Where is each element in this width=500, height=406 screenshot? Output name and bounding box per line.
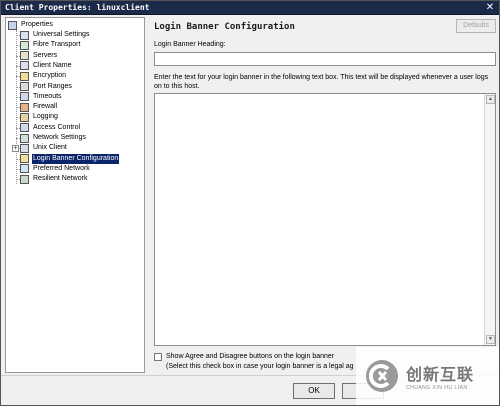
- preferred-network-icon: [20, 164, 29, 174]
- logging-icon: [20, 112, 29, 122]
- tree-item-label: Logging: [33, 113, 58, 121]
- agree-buttons-option[interactable]: Show Agree and Disagree buttons on the l…: [154, 352, 354, 372]
- banner-instructions: Enter the text for your login banner in …: [154, 74, 489, 90]
- scroll-up-icon[interactable]: ▲: [486, 95, 495, 104]
- tree-item-label: Access Control: [33, 123, 81, 131]
- window-title: Client Properties: linuxclient: [5, 3, 150, 12]
- tree-item-label: Client Name: [33, 61, 72, 69]
- scroll-down-icon[interactable]: ▼: [486, 335, 495, 344]
- banner-text-area[interactable]: ▲ ▼: [154, 93, 496, 346]
- checkbox-label: Show Agree and Disagree buttons on the l…: [166, 353, 335, 360]
- tree-item-firewall[interactable]: Firewall: [16, 102, 58, 112]
- tree-item-fibre-transport[interactable]: Fibre Transport: [16, 40, 81, 50]
- title-bar[interactable]: Client Properties: linuxclient ✕: [1, 1, 499, 15]
- vertical-scrollbar[interactable]: ▲ ▼: [484, 94, 495, 345]
- tree-root-properties[interactable]: Properties: [8, 20, 54, 30]
- defaults-button[interactable]: Defaults: [456, 19, 496, 33]
- tree-item-universal-settings[interactable]: Universal Settings: [16, 30, 90, 40]
- tree-item-logging[interactable]: Logging: [16, 112, 59, 122]
- show-agree-checkbox[interactable]: [154, 353, 162, 361]
- tree-item-label: Servers: [33, 51, 58, 59]
- tree-item-label: Login Banner Configuration: [32, 153, 120, 164]
- tree-item-label: Timeouts: [33, 92, 62, 100]
- expand-icon[interactable]: +: [12, 144, 19, 152]
- client-name-icon: [20, 61, 29, 71]
- ok-button[interactable]: OK: [293, 383, 335, 399]
- access-control-icon: [20, 123, 29, 133]
- computer-icon: [8, 20, 17, 30]
- unix-client-icon: [20, 143, 29, 153]
- tree-item-login-banner-configuration[interactable]: Login Banner Configuration: [16, 153, 120, 164]
- tree-item-label: Universal Settings: [33, 31, 90, 38]
- brand-logo-icon: [366, 360, 398, 392]
- tree-item-label: Fibre Transport: [33, 41, 81, 49]
- page-title: Login Banner Configuration: [154, 22, 295, 32]
- banner-heading-label: Login Banner Heading:: [154, 41, 226, 48]
- tree-item-preferred-network[interactable]: Preferred Network: [16, 164, 91, 174]
- lock-icon: [20, 71, 29, 81]
- tree-item-encryption[interactable]: Encryption: [16, 71, 67, 81]
- tree-item-label: Unix Client: [33, 144, 67, 152]
- fibre-transport-icon: [20, 40, 29, 50]
- firewall-icon: [20, 102, 29, 112]
- tree-item-label: Encryption: [33, 72, 67, 80]
- checkbox-hint: (Select this check box in case your logi…: [166, 363, 354, 370]
- resilient-network-icon: [20, 174, 29, 184]
- universal-settings-icon: [20, 30, 29, 40]
- clock-icon: [20, 92, 29, 102]
- tree-item-label: Firewall: [33, 103, 58, 111]
- tree-item-label: Preferred Network: [33, 164, 90, 172]
- properties-tree[interactable]: Properties Universal Settings Fibre Trans…: [5, 17, 145, 373]
- tree-item-client-name[interactable]: Client Name: [16, 61, 73, 71]
- watermark-en-text: CHUANG XIN HU LIAN: [406, 385, 468, 391]
- port-ranges-icon: [20, 82, 29, 91]
- tree-item-unix-client[interactable]: Unix Client: [16, 143, 68, 153]
- login-banner-panel: Login Banner Configuration Defaults Logi…: [150, 17, 498, 373]
- banner-heading-input[interactable]: [154, 52, 496, 66]
- tree-root-label: Properties: [21, 21, 53, 28]
- servers-icon: [20, 51, 29, 61]
- tree-item-resilient-network[interactable]: Resilient Network: [16, 174, 88, 184]
- tree-item-servers[interactable]: Servers: [16, 51, 58, 61]
- tree-item-port-ranges[interactable]: Port Ranges: [16, 82, 73, 92]
- tree-item-label: Network Settings: [33, 134, 86, 141]
- login-banner-icon: [20, 154, 29, 164]
- watermark-cn-text: 创新互联: [406, 365, 475, 384]
- tree-item-timeouts[interactable]: Timeouts: [16, 92, 63, 102]
- client-properties-dialog: Client Properties: linuxclient ✕ Propert…: [0, 0, 500, 406]
- network-settings-icon: [20, 133, 29, 143]
- tree-item-label: Port Ranges: [33, 82, 72, 90]
- tree-item-label: Resilient Network: [33, 175, 88, 183]
- close-icon[interactable]: ✕: [484, 2, 496, 13]
- tree-item-access-control[interactable]: Access Control: [16, 123, 81, 133]
- brand-watermark: 创新互联 CHUANG XIN HU LIAN: [356, 347, 499, 405]
- tree-item-network-settings[interactable]: Network Settings: [16, 133, 87, 143]
